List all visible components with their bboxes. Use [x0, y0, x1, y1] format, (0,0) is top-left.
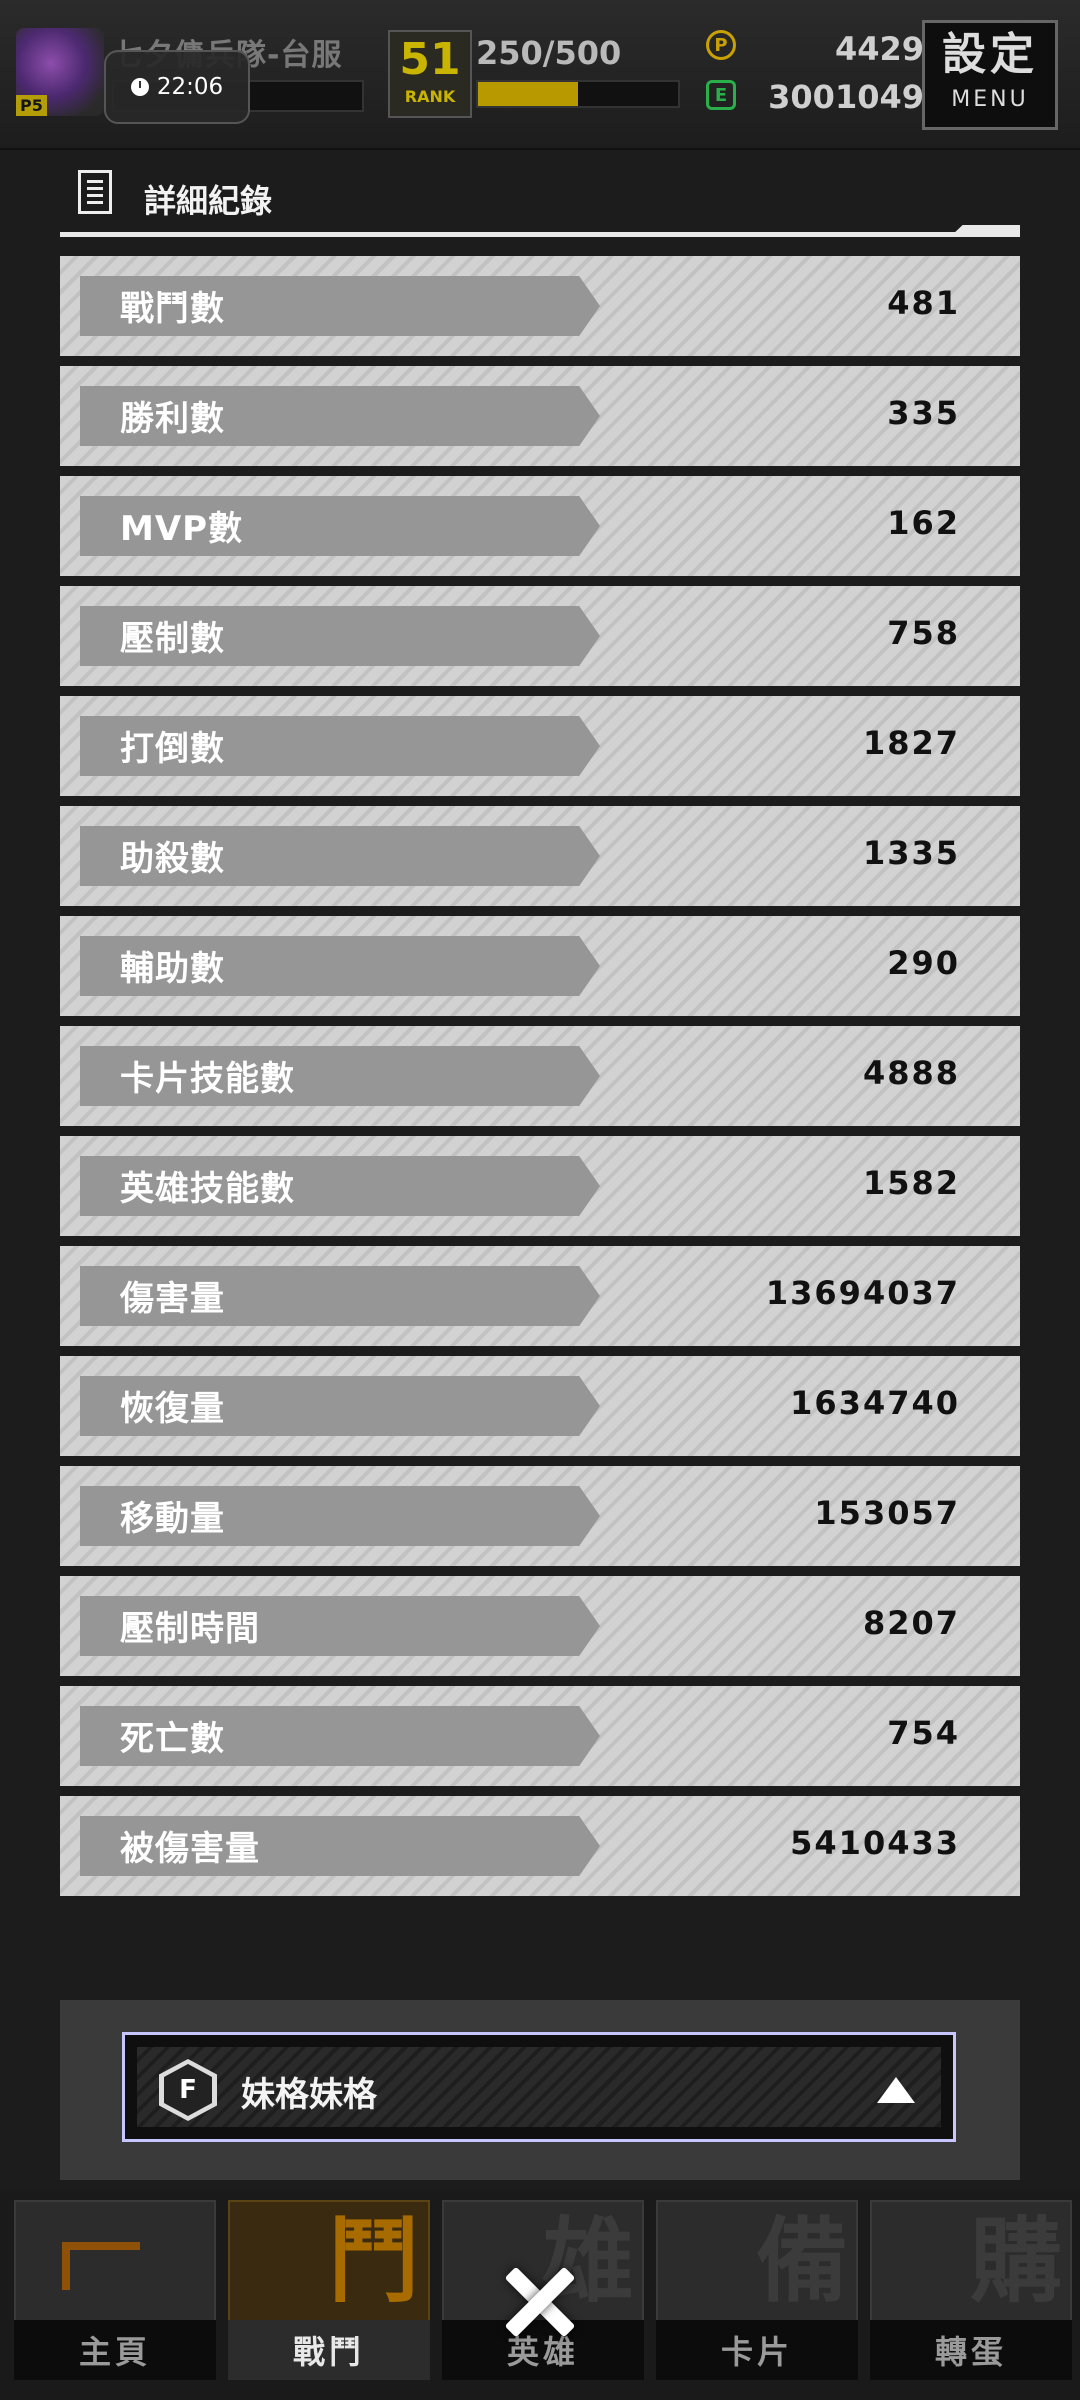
nav-item-gacha[interactable]: 購 轉蛋 — [864, 2194, 1078, 2394]
stamina-bar — [476, 80, 680, 108]
clock-time: 22:06 — [156, 74, 224, 100]
stat-label: 移動量 — [120, 1499, 225, 1539]
stat-value: 8207 — [862, 1604, 960, 1642]
stat-label: 恢復量 — [120, 1389, 225, 1429]
stat-row-assist-kills: 助殺數 1335 — [60, 806, 1020, 906]
nav-label: 轉蛋 — [870, 2320, 1072, 2380]
nav-label: 卡片 — [656, 2320, 858, 2380]
nav-graphic — [14, 2200, 216, 2324]
close-icon[interactable] — [500, 2262, 580, 2342]
badge-letter: F — [164, 2064, 212, 2116]
nav-graphic: 備 — [656, 2200, 858, 2324]
selector-inner: F 妹格妹格 — [137, 2047, 941, 2127]
rank-label: RANK — [404, 87, 456, 106]
avatar-level-badge: P5 — [16, 95, 47, 116]
stamina-value: 250/500 — [476, 34, 622, 72]
stat-row-kills: 打倒數 1827 — [60, 696, 1020, 796]
settings-label: 設定 — [942, 29, 1038, 80]
cards-icon: 備 — [755, 2208, 848, 2315]
stat-label: 傷害量 — [120, 1279, 225, 1319]
back-arrow-icon — [62, 2242, 140, 2290]
clock-chip: 22:06 — [104, 50, 250, 124]
coin-icon: P — [706, 30, 736, 60]
stat-value: 1582 — [862, 1164, 960, 1202]
stat-row-movement: 移動量 153057 — [60, 1466, 1020, 1566]
rank-badge: 51 RANK — [388, 30, 472, 118]
stat-value: 5410433 — [790, 1824, 960, 1862]
stat-value: 481 — [887, 284, 960, 322]
menu-label: MENU — [951, 87, 1029, 112]
stat-row-capture-time: 壓制時間 8207 — [60, 1576, 1020, 1676]
gamepad-icon: 鬥 — [327, 2208, 420, 2315]
stamina-bar-fill — [478, 82, 578, 106]
player-avatar[interactable]: P5 — [16, 28, 104, 116]
stat-value: 162 — [887, 504, 960, 542]
document-icon — [78, 170, 112, 214]
panel-header: 詳細紀錄 — [60, 166, 1020, 237]
stat-label: 輔助數 — [120, 949, 225, 989]
character-selector-dropdown[interactable]: F 妹格妹格 — [122, 2032, 956, 2142]
stat-row-damage: 傷害量 13694037 — [60, 1246, 1020, 1346]
stat-value: 1634740 — [790, 1384, 960, 1422]
settings-menu-button[interactable]: 設定 MENU — [922, 20, 1058, 130]
page-title: 詳細紀錄 — [144, 182, 273, 220]
stat-value: 754 — [887, 1714, 960, 1752]
nav-graphic: 購 — [870, 2200, 1072, 2324]
gem-icon: E — [706, 80, 736, 110]
stat-row-captures: 壓制數 758 — [60, 586, 1020, 686]
stat-label: 英雄技能數 — [120, 1169, 295, 1209]
stat-row-battles: 戰鬥數 481 — [60, 256, 1020, 356]
gacha-icon: 購 — [969, 2208, 1062, 2315]
stat-value: 13694037 — [765, 1274, 960, 1312]
rank-number: 51 — [399, 34, 461, 85]
header-accent — [950, 225, 1020, 237]
stat-row-healing: 恢復量 1634740 — [60, 1356, 1020, 1456]
hexagon-badge-icon: F — [159, 2059, 217, 2121]
stat-row-mvp: MVP數 162 — [60, 476, 1020, 576]
stat-label: 卡片技能數 — [120, 1059, 295, 1099]
stat-row-wins: 勝利數 335 — [60, 366, 1020, 466]
stat-label: 助殺數 — [120, 839, 225, 879]
stat-row-damage-taken: 被傷害量 5410433 — [60, 1796, 1020, 1896]
nav-graphic: 鬥 — [228, 2200, 430, 2324]
stat-row-assists: 輔助數 290 — [60, 916, 1020, 1016]
selected-character-name: 妹格妹格 — [241, 2075, 377, 2115]
stat-label: 戰鬥數 — [120, 289, 225, 329]
stat-value: 290 — [887, 944, 960, 982]
gem-count: 3001049 — [768, 78, 924, 116]
coin-count: 4429 — [834, 30, 924, 68]
stat-value: 4888 — [862, 1054, 960, 1092]
stat-label: 死亡數 — [120, 1719, 225, 1759]
stat-label: 勝利數 — [120, 399, 225, 439]
stat-label: 壓制數 — [120, 619, 225, 659]
top-bar: P5 七夕傭兵隊-台服 51 RANK 250/500 P 4429 E 300… — [0, 0, 1080, 150]
nav-item-home[interactable]: 主頁 — [8, 2194, 222, 2394]
stat-row-deaths: 死亡數 754 — [60, 1686, 1020, 1786]
selector-area: F 妹格妹格 — [60, 2000, 1020, 2180]
stat-value: 335 — [887, 394, 960, 432]
chevron-up-icon[interactable] — [877, 2077, 915, 2103]
nav-item-battle[interactable]: 鬥 戰鬥 — [222, 2194, 436, 2394]
stat-value: 1335 — [862, 834, 960, 872]
stat-row-hero-skills: 英雄技能數 1582 — [60, 1136, 1020, 1236]
stat-label: 打倒數 — [120, 729, 225, 769]
stat-value: 153057 — [814, 1494, 960, 1532]
stat-label: 壓制時間 — [120, 1609, 260, 1649]
nav-item-cards[interactable]: 備 卡片 — [650, 2194, 864, 2394]
stat-label: MVP數 — [120, 509, 244, 549]
nav-label: 戰鬥 — [228, 2320, 430, 2380]
clock-icon — [130, 78, 149, 96]
stats-list: 戰鬥數 481 勝利數 335 MVP數 162 壓制數 758 打倒數 1827 助殺數… — [60, 256, 1020, 1906]
stat-value: 758 — [887, 614, 960, 652]
nav-label: 主頁 — [14, 2320, 216, 2380]
stat-value: 1827 — [862, 724, 960, 762]
stat-label: 被傷害量 — [120, 1829, 260, 1869]
stat-row-card-skills: 卡片技能數 4888 — [60, 1026, 1020, 1126]
